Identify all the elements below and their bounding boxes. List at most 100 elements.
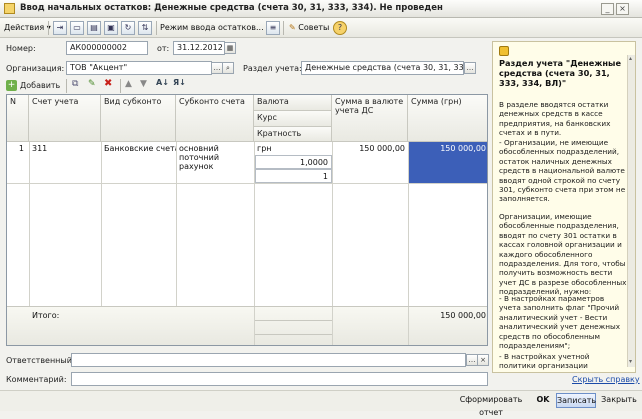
cell-rate[interactable]: 1,0000 [255, 155, 332, 169]
help-title: Раздел учета "Денежные средства (счета 3… [499, 58, 622, 88]
tips-button[interactable]: ✎ Советы [289, 21, 329, 35]
cell-n: 1 [18, 144, 24, 153]
col-header-rate[interactable]: Курс [254, 111, 332, 127]
add-icon: + [6, 80, 17, 91]
window-title: Ввод начальных остатков: Денежные средст… [20, 3, 443, 13]
column-divider [254, 307, 255, 345]
select-ellipsis-icon[interactable]: … [464, 62, 476, 74]
organization-label: Организация: [6, 64, 65, 73]
organization-field[interactable]: ТОВ "Акцент" [66, 61, 212, 75]
save-button[interactable]: Записать [556, 393, 596, 408]
footer-total-label: Итого: [32, 311, 60, 320]
copy-icon[interactable]: ⧉ [72, 79, 84, 91]
save-icon[interactable]: ▭ [70, 21, 84, 35]
help-paragraph: - Организации, не имеющие обособленных п… [499, 138, 626, 204]
col-header-amount-uah[interactable]: Сумма (грн) [408, 95, 487, 142]
post-icon[interactable]: ▤ [87, 21, 101, 35]
clear-icon[interactable]: × [477, 354, 489, 366]
footer-divider [254, 334, 332, 335]
window-titlebar: Ввод начальных остатков: Денежные средст… [0, 0, 642, 18]
footer-total-value: 150 000,00 [440, 311, 486, 320]
help-panel-icon [499, 46, 509, 56]
col-header-account[interactable]: Счет учета [29, 95, 101, 142]
actions-menu[interactable]: Действия ▾ [4, 21, 51, 35]
tips-label: Советы [298, 23, 330, 32]
responsible-field[interactable] [71, 353, 466, 367]
col-header-multiplicity[interactable]: Кратность [254, 127, 332, 142]
cell-account[interactable]: 311 [29, 142, 101, 155]
column-divider [408, 142, 409, 310]
bulb-icon: ✎ [289, 23, 296, 32]
help-panel: Раздел учета "Денежные средства (счета 3… [492, 41, 636, 373]
search-icon[interactable]: ⌕ [222, 62, 234, 74]
col-header-subconto[interactable]: Субконто счета [176, 95, 254, 142]
refresh-icon[interactable]: ↻ [121, 21, 135, 35]
delete-icon[interactable]: ✖ [104, 78, 116, 90]
number-label: Номер: [6, 44, 36, 53]
cell-amount-currency[interactable]: 150 000,00 [332, 142, 408, 155]
cell-currency[interactable]: грн [254, 142, 332, 155]
toolbar-separator [120, 79, 121, 93]
column-divider [254, 142, 255, 310]
generate-report-button[interactable]: Сформировать отчет [450, 393, 532, 417]
col-header-amount-currency[interactable]: Сумма в валюте учета ДС [332, 95, 408, 142]
scroll-down-icon[interactable]: ▾ [629, 358, 635, 366]
input-mode-button[interactable]: Режим ввода остатков... [160, 21, 264, 35]
post-close-icon[interactable]: ⇥ [53, 21, 67, 35]
column-divider [176, 142, 177, 310]
movements-icon[interactable]: ⇅ [138, 21, 152, 35]
help-paragraph: - В настройках учетной политики организа… [499, 352, 590, 372]
close-button[interactable]: Закрыть [600, 393, 638, 408]
cell-subconto[interactable]: основний поточний рахунок [176, 142, 254, 173]
help-paragraph: В разделе вводятся остатки денежных сред… [499, 100, 611, 138]
move-up-icon[interactable]: ▲ [125, 79, 137, 91]
move-down-icon[interactable]: ▼ [140, 79, 152, 91]
cell-amount-uah[interactable]: 150 000,00 [408, 142, 487, 183]
table-toolbar: + Добавить ⧉ ✎ ✖ ▲ ▼ A↓ Я↓ [6, 78, 486, 94]
close-window-icon[interactable]: × [616, 3, 629, 15]
edit-icon[interactable]: ✎ [88, 79, 100, 91]
minimize-icon[interactable]: _ [601, 3, 614, 15]
column-divider [29, 142, 30, 310]
calendar-icon[interactable]: ▦ [224, 42, 236, 54]
date-field[interactable]: 31.12.2012 1 [173, 41, 225, 55]
help-paragraph: - В настройках параметров учета заполнит… [499, 294, 621, 351]
add-button[interactable]: Добавить [20, 81, 60, 90]
ok-button[interactable]: OK [534, 393, 552, 408]
comment-field[interactable] [71, 372, 488, 386]
toolbar-separator [156, 21, 157, 35]
column-divider [332, 142, 333, 310]
help-scrollbar[interactable]: ▴ ▾ [627, 55, 635, 367]
toolbar: Действия ▾ ⇥ ▭ ▤ ▣ ↻ ⇅ Режим ввода остат… [0, 18, 642, 38]
col-header-n[interactable]: N [7, 95, 29, 142]
number-field[interactable]: АК000000002 [66, 41, 148, 55]
list-icon[interactable]: ≡ [266, 21, 280, 35]
sort-descending-icon[interactable]: Я↓ [173, 78, 187, 90]
table-footer: Итого: 150 000,00 [7, 306, 487, 345]
col-header-subconto-type[interactable]: Вид субконто [101, 95, 176, 142]
cell-multiplicity[interactable]: 1 [255, 169, 332, 183]
column-divider [332, 307, 333, 345]
col-header-currency[interactable]: Валюта [254, 95, 332, 111]
section-field[interactable]: Денежные средства (счета 30, 31, 333, 33… [301, 61, 464, 75]
sort-ascending-icon[interactable]: A↓ [156, 78, 170, 90]
balances-table[interactable]: N Счет учета Вид субконто Субконто счета… [6, 94, 488, 346]
actions-label: Действия [4, 23, 45, 32]
responsible-label: Ответственный: [6, 356, 75, 365]
toolbar-separator [48, 21, 49, 35]
toolbar-separator [66, 79, 67, 93]
help-paragraph: Организации, имеющие обособленные подраз… [499, 212, 627, 297]
cell-subconto-type[interactable]: Банковские счета [101, 142, 176, 155]
comment-label: Комментарий: [6, 375, 67, 384]
footer-divider [254, 320, 332, 321]
column-divider [101, 142, 102, 310]
unpost-icon[interactable]: ▣ [104, 21, 118, 35]
date-label: от: [157, 44, 170, 53]
help-icon[interactable]: ? [333, 21, 347, 35]
row-divider [7, 183, 487, 184]
table-row[interactable]: 1 311 Банковские счета основний поточний… [7, 142, 487, 183]
section-label: Раздел учета: [243, 64, 302, 73]
hide-help-link[interactable]: Скрыть справку [572, 375, 640, 384]
scroll-up-icon[interactable]: ▴ [629, 55, 635, 63]
toolbar-separator [283, 21, 284, 35]
